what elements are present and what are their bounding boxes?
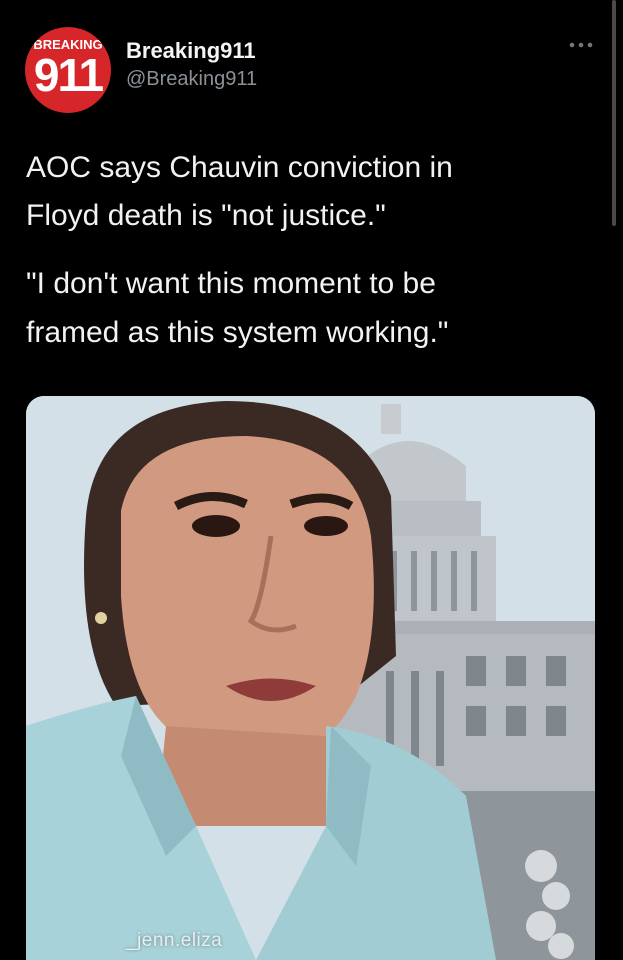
author-display-name[interactable]: Breaking911: [126, 38, 256, 64]
tweet-text-line: framed as this system working.": [26, 316, 449, 349]
profile-avatar[interactable]: BREAKING 911: [25, 27, 111, 113]
tweet-text-line: Floyd death is "not justice.": [26, 199, 386, 232]
author-handle[interactable]: @Breaking911: [126, 68, 257, 91]
more-dots-icon[interactable]: [568, 40, 594, 50]
video-watermark: _jenn.eliza: [126, 930, 223, 951]
tweet-text-line: AOC says Chauvin conviction in: [26, 151, 453, 184]
video-frame: [26, 396, 595, 960]
scrollbar[interactable]: [612, 0, 616, 226]
tweet-text-line: "I don't want this moment to be: [26, 267, 436, 300]
avatar-logo-number: 911: [33, 49, 104, 101]
tweet-video-media[interactable]: [26, 396, 595, 960]
tweet: BREAKING 911 Breaking911 @Breaking911 AO…: [0, 0, 623, 960]
